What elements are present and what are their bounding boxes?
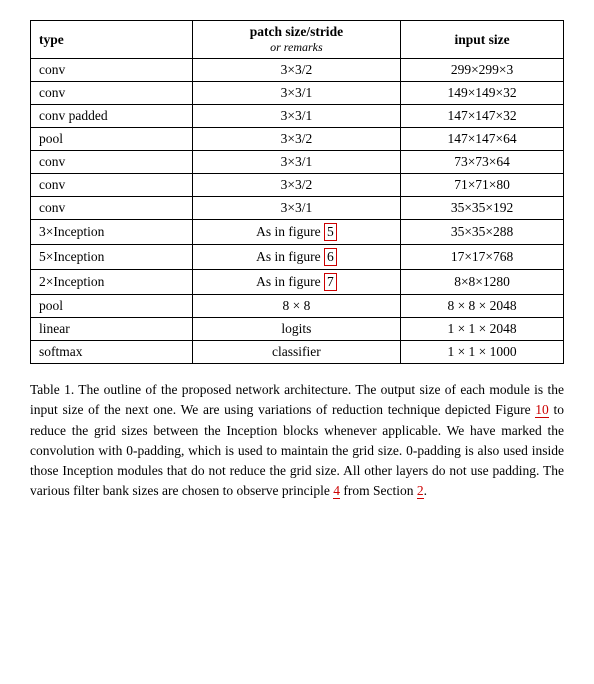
table-row: conv3×3/1149×149×32: [31, 82, 564, 105]
figure-ref-highlight: 5: [324, 223, 337, 241]
table-row: conv3×3/173×73×64: [31, 151, 564, 174]
architecture-table: type patch size/stride or remarks input …: [30, 20, 564, 364]
cell-patch: classifier: [192, 341, 400, 364]
figure-ref-highlight: 7: [324, 273, 337, 291]
caption-prefix: Table 1. The outline of the proposed net…: [30, 382, 564, 417]
cell-input: 1 × 1 × 2048: [401, 318, 564, 341]
table-row: pool3×3/2147×147×64: [31, 128, 564, 151]
cell-type: conv: [31, 59, 193, 82]
cell-patch: 3×3/2: [192, 128, 400, 151]
cell-patch: As in figure 5: [192, 220, 400, 245]
table-row: softmaxclassifier1 × 1 × 1000: [31, 341, 564, 364]
cell-patch: 3×3/1: [192, 82, 400, 105]
cell-input: 17×17×768: [401, 245, 564, 270]
cell-input: 149×149×32: [401, 82, 564, 105]
cell-patch: 3×3/1: [192, 197, 400, 220]
col-input-header: input size: [401, 21, 564, 59]
table: type patch size/stride or remarks input …: [30, 20, 564, 364]
cell-input: 147×147×32: [401, 105, 564, 128]
cell-input: 35×35×288: [401, 220, 564, 245]
caption-suffix: .: [424, 483, 427, 498]
table-row: conv3×3/2299×299×3: [31, 59, 564, 82]
cell-type: 3×Inception: [31, 220, 193, 245]
table-row: conv3×3/135×35×192: [31, 197, 564, 220]
col-patch-header: patch size/stride or remarks: [192, 21, 400, 59]
col-patch-header-line1: patch size/stride: [201, 24, 392, 40]
table-row: 2×InceptionAs in figure 78×8×1280: [31, 270, 564, 295]
cell-input: 71×71×80: [401, 174, 564, 197]
cell-patch: 3×3/1: [192, 151, 400, 174]
cell-type: linear: [31, 318, 193, 341]
cell-type: pool: [31, 128, 193, 151]
col-patch-header-line2: or remarks: [201, 40, 392, 55]
cell-type: 2×Inception: [31, 270, 193, 295]
cell-type: conv: [31, 197, 193, 220]
ref2-link[interactable]: 2: [417, 483, 424, 499]
cell-input: 147×147×64: [401, 128, 564, 151]
caption-middle2: from Section: [340, 483, 417, 498]
cell-patch: 3×3/1: [192, 105, 400, 128]
cell-patch: logits: [192, 318, 400, 341]
table-row: conv padded3×3/1147×147×32: [31, 105, 564, 128]
table-row: 5×InceptionAs in figure 617×17×768: [31, 245, 564, 270]
table-row: pool8 × 88 × 8 × 2048: [31, 295, 564, 318]
cell-input: 1 × 1 × 1000: [401, 341, 564, 364]
cell-patch: As in figure 6: [192, 245, 400, 270]
ref10-link[interactable]: 10: [535, 402, 549, 418]
cell-patch: 8 × 8: [192, 295, 400, 318]
cell-patch: As in figure 7: [192, 270, 400, 295]
cell-patch: 3×3/2: [192, 174, 400, 197]
cell-type: softmax: [31, 341, 193, 364]
cell-input: 35×35×192: [401, 197, 564, 220]
table-caption: Table 1. The outline of the proposed net…: [30, 380, 564, 502]
cell-input: 299×299×3: [401, 59, 564, 82]
table-row: 3×InceptionAs in figure 535×35×288: [31, 220, 564, 245]
col-type-header: type: [31, 21, 193, 59]
table-row: linearlogits1 × 1 × 2048: [31, 318, 564, 341]
cell-type: conv: [31, 151, 193, 174]
cell-type: conv padded: [31, 105, 193, 128]
cell-patch: 3×3/2: [192, 59, 400, 82]
cell-input: 8×8×1280: [401, 270, 564, 295]
figure-ref-highlight: 6: [324, 248, 337, 266]
cell-input: 8 × 8 × 2048: [401, 295, 564, 318]
table-row: conv3×3/271×71×80: [31, 174, 564, 197]
cell-type: 5×Inception: [31, 245, 193, 270]
cell-type: conv: [31, 82, 193, 105]
cell-type: conv: [31, 174, 193, 197]
cell-type: pool: [31, 295, 193, 318]
cell-input: 73×73×64: [401, 151, 564, 174]
